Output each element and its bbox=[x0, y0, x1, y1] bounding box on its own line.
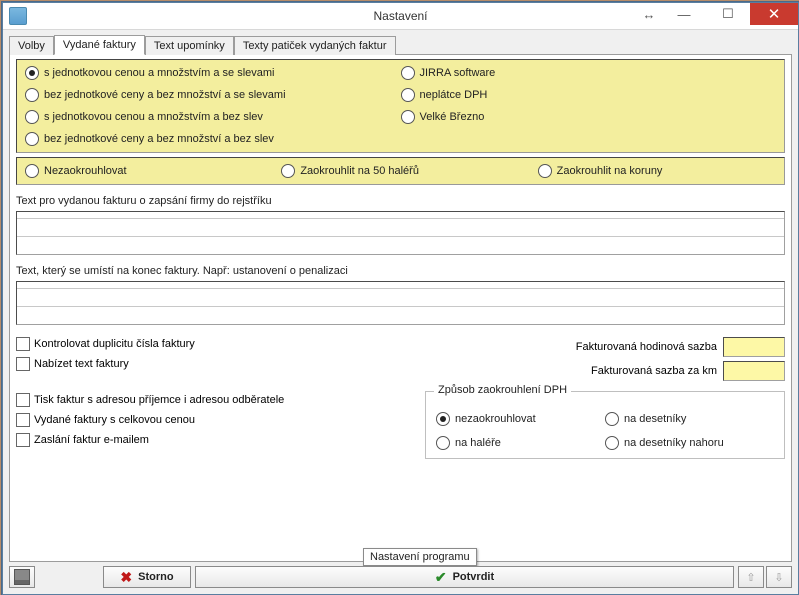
bottom-bar: ✖ Storno ✔ Potvrdit ⇧ ⇩ bbox=[9, 566, 792, 588]
radio-dph-a[interactable]: nezaokrouhlovat bbox=[436, 412, 605, 426]
calculator-button[interactable] bbox=[9, 566, 35, 588]
calculator-icon bbox=[14, 569, 30, 585]
text1-input[interactable] bbox=[16, 211, 785, 255]
radio-label: nezaokrouhlovat bbox=[455, 413, 536, 425]
radio-dph-d[interactable]: na desetníky nahoru bbox=[605, 436, 774, 450]
confirm-label: Potvrdit bbox=[453, 571, 495, 583]
rate-hour-input[interactable] bbox=[723, 337, 785, 357]
options-row: Kontrolovat duplicitu čísla faktury Nabí… bbox=[16, 337, 785, 459]
radio-format-g[interactable]: Velké Březno bbox=[401, 110, 777, 124]
radio-round-50h[interactable]: Zaokrouhlit na 50 haléřů bbox=[281, 164, 519, 178]
checkbox-label: Kontrolovat duplicitu čísla faktury bbox=[34, 338, 195, 350]
minimize-button[interactable]: — bbox=[662, 3, 706, 25]
radio-format-d[interactable]: bez jednotkové ceny a bez množství a bez… bbox=[25, 132, 401, 146]
tab-vydane-faktury[interactable]: Vydané faktury bbox=[54, 35, 145, 55]
cancel-label: Storno bbox=[138, 571, 173, 583]
checkbox-column: Kontrolovat duplicitu čísla faktury Nabí… bbox=[16, 337, 396, 459]
move-down-button[interactable]: ⇩ bbox=[766, 566, 792, 588]
radio-format-a[interactable]: s jednotkovou cenou a množstvím a se sle… bbox=[25, 66, 401, 80]
chk-print[interactable]: Tisk faktur s adresou příjemce i adresou… bbox=[16, 393, 396, 407]
radio-format-b[interactable]: bez jednotkové ceny a bez množství a se … bbox=[25, 88, 401, 102]
label-text2: Text, který se umístí na konec faktury. … bbox=[16, 265, 785, 277]
rate-km-row: Fakturovaná sazba za km bbox=[591, 361, 785, 381]
cancel-button[interactable]: ✖ Storno bbox=[103, 566, 191, 588]
titlebar: Nastavení ↔ — ☐ ✕ bbox=[3, 3, 798, 30]
radio-format-e[interactable]: JIRRA software bbox=[401, 66, 777, 80]
client-area: Volby Vydané faktury Text upomínky Texty… bbox=[9, 30, 792, 562]
chk-dup[interactable]: Kontrolovat duplicitu čísla faktury bbox=[16, 337, 396, 351]
radio-label: s jednotkovou cenou a množstvím a se sle… bbox=[44, 67, 275, 79]
rate-km-input[interactable] bbox=[723, 361, 785, 381]
tab-volby[interactable]: Volby bbox=[9, 36, 54, 55]
checkbox-icon bbox=[16, 357, 30, 371]
tab-text-upominky[interactable]: Text upomínky bbox=[145, 36, 234, 55]
tab-row: Volby Vydané faktury Text upomínky Texty… bbox=[9, 32, 792, 55]
confirm-button[interactable]: ✔ Potvrdit bbox=[195, 566, 734, 588]
label-text1: Text pro vydanou fakturu o zapsání firmy… bbox=[16, 195, 785, 207]
radio-format-c[interactable]: s jednotkovou cenou a množstvím a bez sl… bbox=[25, 110, 401, 124]
close-button[interactable]: ✕ bbox=[750, 3, 798, 25]
radio-label: bez jednotkové ceny a bez množství a bez… bbox=[44, 133, 274, 145]
arrow-up-icon: ⇧ bbox=[746, 571, 755, 584]
rate-hour-label: Fakturovaná hodinová sazba bbox=[576, 341, 717, 353]
radio-label: Zaokrouhlit na 50 haléřů bbox=[300, 165, 419, 177]
radio-label: na desetníky nahoru bbox=[624, 437, 724, 449]
checkbox-icon bbox=[16, 337, 30, 351]
radio-round-none[interactable]: Nezaokrouhlovat bbox=[25, 164, 263, 178]
restore-size-icon[interactable]: ↔ bbox=[636, 3, 662, 25]
move-up-button[interactable]: ⇧ bbox=[738, 566, 764, 588]
radio-label: Nezaokrouhlovat bbox=[44, 165, 127, 177]
check-icon: ✔ bbox=[435, 569, 447, 586]
checkbox-label: Zaslání faktur e-mailem bbox=[34, 434, 149, 446]
radio-label: bez jednotkové ceny a bez množství a se … bbox=[44, 89, 286, 101]
rounding-panel: Nezaokrouhlovat Zaokrouhlit na 50 haléřů… bbox=[16, 157, 785, 185]
tab-page-vydane-faktury: s jednotkovou cenou a množstvím a se sle… bbox=[9, 55, 792, 562]
window-buttons: ↔ — ☐ ✕ bbox=[636, 3, 798, 25]
checkbox-icon bbox=[16, 433, 30, 447]
rate-hour-row: Fakturovaná hodinová sazba bbox=[576, 337, 785, 357]
x-icon: ✖ bbox=[120, 569, 132, 586]
radio-format-f[interactable]: neplátce DPH bbox=[401, 88, 777, 102]
chk-total[interactable]: Vydané faktury s celkovou cenou bbox=[16, 413, 396, 427]
radio-dph-b[interactable]: na desetníky bbox=[605, 412, 774, 426]
radio-label: s jednotkovou cenou a množstvím a bez sl… bbox=[44, 111, 263, 123]
radio-label: na haléře bbox=[455, 437, 501, 449]
radio-label: Velké Březno bbox=[420, 111, 485, 123]
rate-km-label: Fakturovaná sazba za km bbox=[591, 365, 717, 377]
radio-label: Zaokrouhlit na koruny bbox=[557, 165, 663, 177]
dph-legend: Způsob zaokrouhlení DPH bbox=[434, 384, 571, 396]
maximize-button[interactable]: ☐ bbox=[706, 3, 750, 25]
radio-round-kc[interactable]: Zaokrouhlit na koruny bbox=[538, 164, 776, 178]
checkbox-label: Tisk faktur s adresou příjemce i adresou… bbox=[34, 394, 284, 406]
checkbox-icon bbox=[16, 393, 30, 407]
radio-label: JIRRA software bbox=[420, 67, 496, 79]
chk-email[interactable]: Zaslání faktur e-mailem bbox=[16, 433, 396, 447]
checkbox-label: Vydané faktury s celkovou cenou bbox=[34, 414, 195, 426]
tooltip: Nastavení programu bbox=[363, 548, 477, 566]
checkbox-label: Nabízet text faktury bbox=[34, 358, 129, 370]
tab-texty-paticek[interactable]: Texty patiček vydaných faktur bbox=[234, 36, 396, 55]
radio-label: na desetníky bbox=[624, 413, 686, 425]
text2-input[interactable] bbox=[16, 281, 785, 325]
radio-label: neplátce DPH bbox=[420, 89, 488, 101]
rates-and-dph: Fakturovaná hodinová sazba Fakturovaná s… bbox=[406, 337, 785, 459]
chk-offer[interactable]: Nabízet text faktury bbox=[16, 357, 396, 371]
settings-window: Nastavení ↔ — ☐ ✕ Volby Vydané faktury T… bbox=[2, 2, 799, 595]
app-icon bbox=[9, 7, 27, 25]
checkbox-icon bbox=[16, 413, 30, 427]
dph-groupbox: Způsob zaokrouhlení DPH nezaokrouhlovat … bbox=[425, 391, 785, 459]
arrow-down-icon: ⇩ bbox=[774, 571, 783, 584]
format-panel: s jednotkovou cenou a množstvím a se sle… bbox=[16, 59, 785, 153]
radio-dph-c[interactable]: na haléře bbox=[436, 436, 605, 450]
